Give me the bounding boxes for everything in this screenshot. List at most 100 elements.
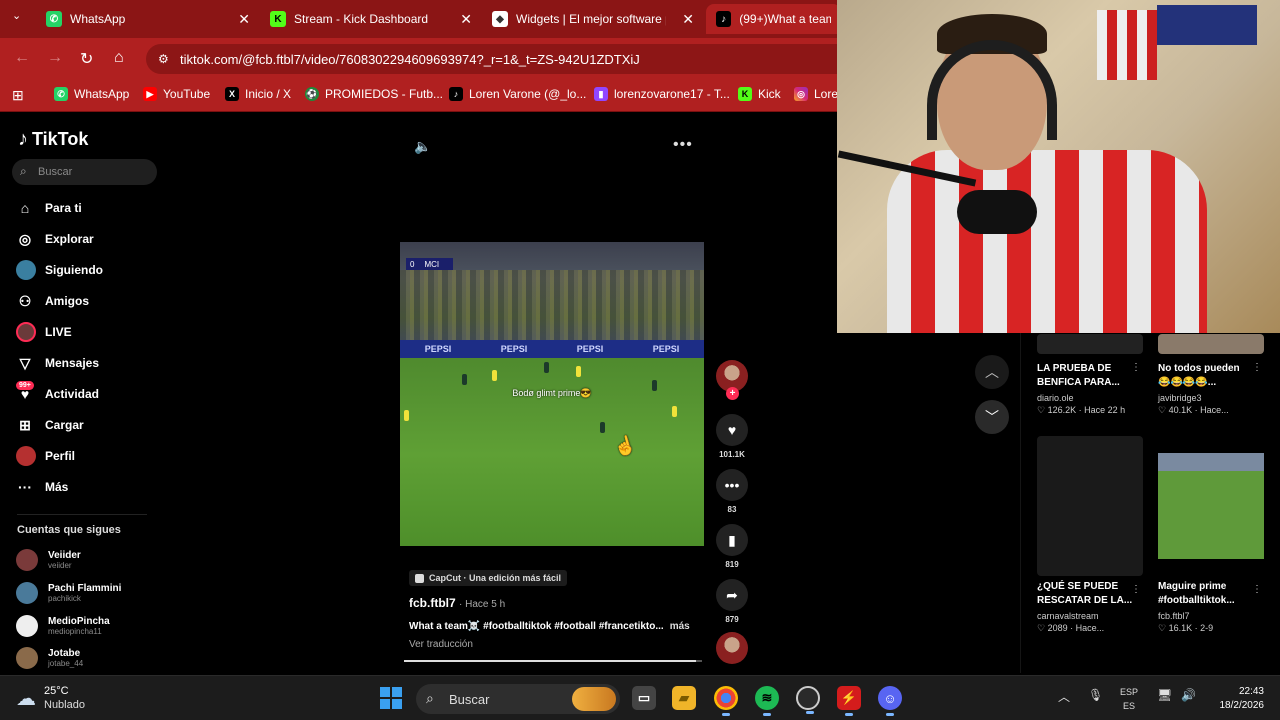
twitch-icon: ▮ [594, 87, 608, 101]
file-explorer-icon[interactable]: ▰ [672, 686, 696, 710]
reload-icon[interactable]: ↻ [80, 49, 93, 69]
nav-cargar[interactable]: ⊞ Cargar [16, 414, 84, 436]
tab-tiktok[interactable]: ♪ (99+)What a team [706, 4, 841, 34]
chrome-icon[interactable] [714, 686, 738, 716]
volume-icon[interactable]: 🔈 [414, 138, 431, 155]
more-link[interactable]: más [670, 621, 690, 632]
translate-link[interactable]: Ver traducción [409, 639, 473, 650]
nav-para-ti[interactable]: ⌂ Para ti [16, 197, 82, 219]
ad-board: PEPSI PEPSI PEPSI PEPSI [400, 340, 704, 358]
nav-explorar[interactable]: ◎ Explorar [16, 228, 94, 250]
chevron-up-icon[interactable]: ︿ [1058, 688, 1070, 705]
close-icon[interactable]: ✕ [682, 11, 694, 28]
back-icon[interactable]: ← [14, 49, 30, 67]
following-name: Jotabe [48, 647, 81, 659]
player [600, 422, 605, 433]
share-button[interactable]: ➦ 879 [716, 579, 748, 624]
bookmark-promiedos[interactable]: ⚽ PROMIEDOS - Futb... [305, 87, 443, 101]
kebab-menu-icon[interactable]: ⋮ [1131, 362, 1141, 373]
speaker-icon[interactable]: 🔊 [1181, 688, 1196, 702]
rec-user: diario.ole [1037, 393, 1074, 403]
nav-actividad[interactable]: ♥ 99+ Actividad [16, 381, 99, 405]
kebab-menu-icon[interactable]: ⋮ [1131, 584, 1141, 595]
like-button[interactable]: ♥ 101.1K [716, 414, 748, 459]
divider [1020, 333, 1021, 673]
recommended-video[interactable]: ⋮ LA PRUEBA DE BENFICA PARA... diario.ol… [1037, 334, 1143, 416]
next-video-button[interactable]: ﹀ [975, 400, 1009, 434]
tab-kick-dashboard[interactable]: K Stream - Kick Dashboard ✕ [260, 4, 478, 34]
tab-search-icon[interactable]: ⌄ [12, 9, 21, 22]
video-progress-bar[interactable] [404, 660, 702, 662]
following-handle: pachikick [48, 593, 81, 603]
following-item[interactable]: Veiider veiider [16, 547, 81, 573]
nav-mas[interactable]: ··· Más [16, 476, 68, 498]
bookmark-whatsapp[interactable]: ✆ WhatsApp [54, 87, 129, 101]
windows-start-icon[interactable] [380, 687, 402, 709]
nav-amigos[interactable]: ⚇ Amigos [16, 290, 89, 312]
bookmark-label: WhatsApp [74, 87, 130, 101]
discord-icon[interactable]: ☺ [878, 686, 902, 716]
weather-widget[interactable]: ☁ 25°C Nublado [16, 684, 85, 712]
site-info-icon[interactable]: ⚙ [158, 52, 169, 66]
apps-grid-icon[interactable]: ⊞ [12, 87, 24, 104]
avatar [16, 615, 38, 637]
next-video-avatar[interactable] [716, 632, 748, 664]
home-icon[interactable]: ⌂ [114, 49, 124, 67]
bookmark-instagram[interactable]: ◎ Lore [794, 87, 838, 101]
nav-siguiendo[interactable]: Siguiendo [16, 259, 103, 281]
home-icon: ⌂ [20, 200, 30, 216]
tab-widgets[interactable]: ◆ Widgets | El mejor software par ✕ [482, 4, 700, 34]
close-icon[interactable]: ✕ [238, 11, 250, 28]
search-highlight-image [572, 687, 616, 711]
microphone-icon[interactable]: 🎙 [1088, 688, 1103, 702]
bookmark-twitch[interactable]: ▮ lorenzovarone17 - T... [594, 87, 730, 101]
video-thumbnail [1158, 334, 1264, 354]
kebab-menu-icon[interactable]: ⋮ [1252, 362, 1262, 373]
forward-icon[interactable]: → [47, 49, 63, 67]
follow-plus-icon[interactable]: + [726, 387, 739, 400]
bookmark-youtube[interactable]: ▶ YouTube [143, 87, 210, 101]
nav-perfil[interactable]: Perfil [16, 445, 75, 467]
bookmark-tiktok[interactable]: ♪ Loren Varone (@_lo... [449, 87, 586, 101]
task-view-icon[interactable]: ▭ [632, 686, 656, 710]
chevron-up-icon: ︿ [985, 364, 999, 380]
obs-icon[interactable] [796, 686, 820, 714]
more-options-icon[interactable]: ••• [673, 136, 693, 154]
taskbar-search[interactable]: ⌕ Buscar [416, 684, 620, 714]
app-icon[interactable]: ⚡ [837, 686, 861, 716]
nav-label: LIVE [45, 325, 72, 339]
kebab-menu-icon[interactable]: ⋮ [1252, 584, 1262, 595]
spotify-icon[interactable]: ≋ [755, 686, 779, 716]
friends-icon: ⚇ [18, 292, 32, 309]
search-input[interactable]: ⌕ Buscar [12, 159, 157, 185]
language-indicator[interactable]: ESP ES [1120, 685, 1138, 713]
logo-text: TikTok [32, 129, 89, 149]
video-author[interactable]: fcb.ftbl7 · Hace 5 h [409, 596, 505, 610]
bookmark-x[interactable]: X Inicio / X [225, 87, 291, 101]
nav-mensajes[interactable]: ▽ Mensajes [16, 352, 99, 374]
capcut-tag[interactable]: CapCut · Una edición más fácil [409, 570, 568, 586]
following-item[interactable]: Jotabe jotabe_44 [16, 645, 83, 671]
tab-label: Widgets | El mejor software par [516, 12, 666, 26]
following-item[interactable]: Pachi Flammini pachikick [16, 580, 121, 606]
promiedos-icon: ⚽ [305, 87, 319, 101]
video-player[interactable]: PEPSI PEPSI PEPSI PEPSI 0 MCI Bodø glimt pri… [400, 242, 704, 546]
following-item[interactable]: MedioPincha mediopincha11 [16, 613, 110, 639]
tiktok-logo[interactable]: ♪ TikTok [18, 128, 88, 151]
x-icon: X [225, 87, 239, 101]
bookmark-kick[interactable]: K Kick [738, 87, 781, 101]
lang-code: ESP [1120, 687, 1139, 697]
recommended-video[interactable]: ⋮ ¿QUÉ SE PUEDE RESCATAR DE LA... carnav… [1037, 436, 1143, 634]
tab-whatsapp[interactable]: ✆ WhatsApp ✕ [36, 4, 256, 34]
previous-video-button[interactable]: ︿ [975, 355, 1009, 389]
recommended-video[interactable]: ⋮ No todos pueden 😂😂😂😂... javibridge3 ♡ … [1158, 334, 1264, 416]
clock[interactable]: 22:43 18/2/2026 [1210, 685, 1265, 713]
recommended-video[interactable]: ⋮ Maguire prime #footballtiktok... fcb.f… [1158, 436, 1264, 634]
nav-label: Mensajes [45, 356, 100, 370]
nav-live[interactable]: LIVE [16, 321, 72, 343]
network-icon[interactable]: 🖥 [1157, 688, 1172, 702]
save-button[interactable]: ▮ 819 [716, 524, 748, 569]
close-icon[interactable]: ✕ [460, 11, 472, 28]
more-icon: ··· [18, 479, 32, 495]
comment-button[interactable]: ••• 83 [716, 469, 748, 514]
